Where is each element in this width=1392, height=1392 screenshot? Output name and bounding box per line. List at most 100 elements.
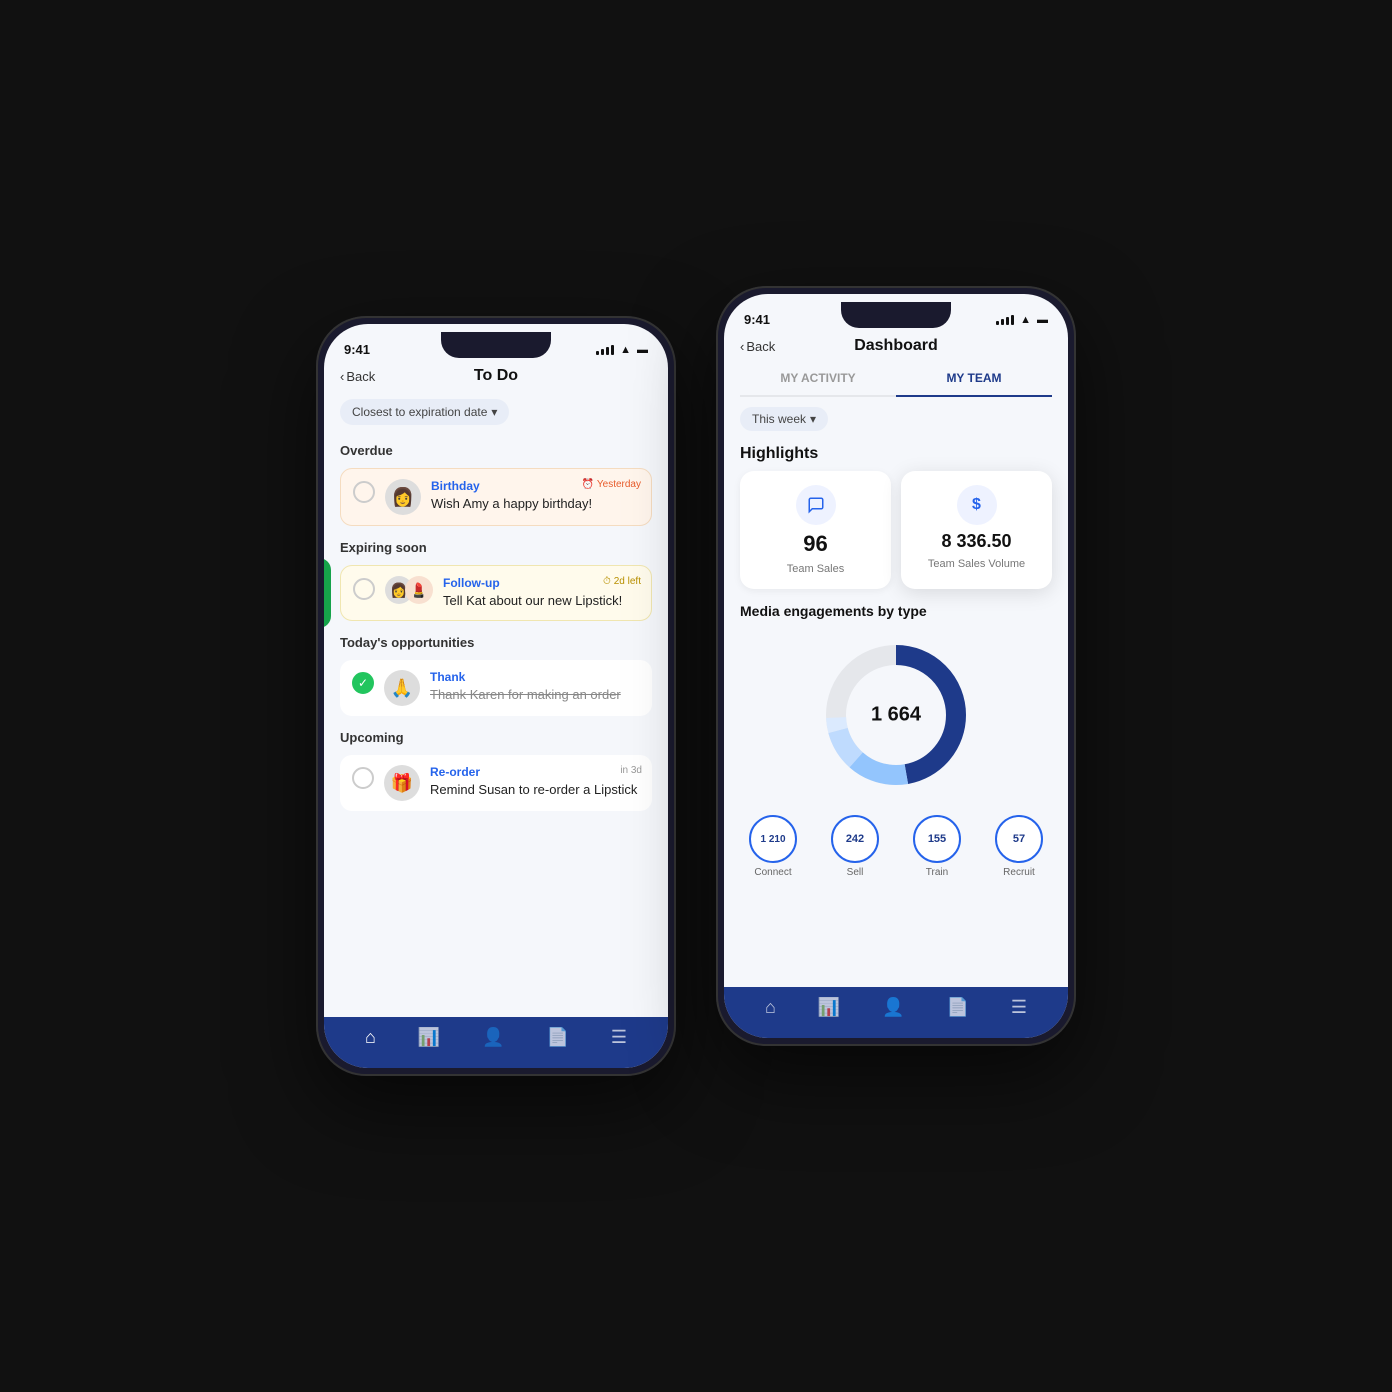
time-right: 9:41 [744, 312, 770, 327]
dollar-icon: $ [972, 496, 981, 514]
status-icons-right: ▲ ▬ [996, 314, 1048, 326]
chevron-down-icon: ▾ [491, 405, 497, 419]
tab-menu-left[interactable]: ☰ [611, 1027, 627, 1048]
highlights-grid: 96 Team Sales $ 8 336.50 Team Sales Volu… [724, 471, 1068, 589]
donut-total-label: 1 664 [871, 704, 921, 727]
task-type-thank: Thank [430, 670, 640, 684]
week-filter[interactable]: This week ▾ [740, 407, 828, 431]
task-avatar-product: 💄 [405, 576, 433, 604]
task-radio-birthday[interactable] [353, 481, 375, 503]
nav-header-right: ‹ Back Dashboard [724, 331, 1068, 361]
donut-chart: 1 664 [816, 635, 976, 795]
tab-bar-left: ⌂ 📊 👤 📄 ☰ [324, 1017, 668, 1068]
nav-header-left: ‹ Back To Do [324, 361, 668, 391]
tab-doc-right[interactable]: 📄 [947, 997, 969, 1018]
tab-person-right[interactable]: 👤 [882, 997, 904, 1018]
task-badge-2d: ⏱ 2d left [603, 576, 641, 587]
signal-icon-right [996, 315, 1014, 325]
chevron-down-icon-right: ▾ [810, 412, 816, 426]
phone-content-left[interactable]: Closest to expiration date ▾ Overdue 👩 B… [324, 391, 668, 1017]
task-avatar-amy: 👩 [385, 479, 421, 515]
wifi-icon-right: ▲ [1020, 314, 1031, 326]
tab-my-team[interactable]: MY TEAM [896, 361, 1052, 395]
stat-circle-train: 155 [913, 815, 961, 863]
tab-person-left[interactable]: 👤 [482, 1027, 504, 1048]
task-badge-yesterday: ⏰ Yesterday [581, 479, 641, 490]
task-radio-followup[interactable] [353, 578, 375, 600]
tab-home-left[interactable]: ⌂ [365, 1027, 376, 1048]
filter-chip[interactable]: Closest to expiration date ▾ [340, 399, 509, 425]
right-phone: 9:41 ▲ ▬ ‹ Back Dash [716, 286, 1076, 1046]
complete-overlay[interactable]: ✓ Complete [324, 558, 331, 628]
page-title-left: To Do [474, 367, 518, 385]
task-card-birthday[interactable]: 👩 Birthday Wish Amy a happy birthday! ⏰ … [340, 468, 652, 526]
tab-chart-right[interactable]: 📊 [818, 997, 840, 1018]
task-card-reorder[interactable]: 🎁 Re-order Remind Susan to re-order a Li… [340, 755, 652, 811]
phone-notch [441, 332, 551, 358]
stat-label-sell: Sell [847, 867, 864, 878]
stat-label-recruit: Recruit [1003, 867, 1035, 878]
section-expiring-label: Expiring soon [324, 530, 668, 561]
task-type-reorder: Re-order [430, 765, 640, 779]
chevron-left-icon: ‹ [340, 369, 344, 384]
task-card-followup[interactable]: ✓ Complete 👩 💄 Follow-up Tell Kat about … [340, 565, 652, 621]
battery-icon-right: ▬ [1037, 314, 1048, 326]
highlight-card-volume: $ 8 336.50 Team Sales Volume [901, 471, 1052, 589]
section-overdue-label: Overdue [324, 433, 668, 464]
media-title: Media engagements by type [724, 589, 1068, 625]
team-volume-value: 8 336.50 [941, 531, 1011, 552]
tab-my-activity[interactable]: MY ACTIVITY [740, 361, 896, 395]
back-button-left[interactable]: ‹ Back [340, 369, 375, 384]
tab-home-right[interactable]: ⌂ [765, 997, 776, 1018]
task-avatar-karen: 🙏 [384, 670, 420, 706]
task-desc-thank: Thank Karen for making an order [430, 686, 640, 704]
highlights-title: Highlights [724, 435, 1068, 471]
clock-icon: ⏰ [581, 479, 593, 490]
task-badge-3d: in 3d [620, 765, 642, 776]
tab-strip: MY ACTIVITY MY TEAM [740, 361, 1052, 397]
volume-icon-circle: $ [957, 485, 997, 525]
task-radio-thank[interactable]: ✓ [352, 672, 374, 694]
sales-icon-circle [796, 485, 836, 525]
chevron-left-icon-right: ‹ [740, 339, 744, 354]
tab-menu-right[interactable]: ☰ [1011, 997, 1027, 1018]
stat-circle-recruit: 57 [995, 815, 1043, 863]
task-desc-reorder: Remind Susan to re-order a Lipstick [430, 781, 640, 799]
phone-content-right[interactable]: MY ACTIVITY MY TEAM This week ▾ Highligh… [724, 361, 1068, 987]
scene: 9:41 ▲ ▬ ‹ Back To D [146, 246, 1246, 1146]
task-body-reorder: Re-order Remind Susan to re-order a Lips… [430, 765, 640, 799]
task-desc-followup: Tell Kat about our new Lipstick! [443, 592, 639, 610]
page-title-right: Dashboard [854, 337, 938, 355]
task-desc-birthday: Wish Amy a happy birthday! [431, 495, 639, 513]
filter-bar: Closest to expiration date ▾ [324, 391, 668, 433]
stats-row: 1 210 Connect 242 Sell 155 [724, 805, 1068, 888]
stat-circle-sell: 242 [831, 815, 879, 863]
stat-train: 155 Train [913, 815, 961, 878]
timer-icon: ⏱ [603, 576, 611, 587]
task-card-thank[interactable]: ✓ 🙏 Thank Thank Karen for making an orde… [340, 660, 652, 716]
tab-doc-left[interactable]: 📄 [547, 1027, 569, 1048]
tab-chart-left[interactable]: 📊 [418, 1027, 440, 1048]
stat-label-train: Train [926, 867, 948, 878]
team-sales-label: Team Sales [787, 563, 844, 575]
section-upcoming-label: Upcoming [324, 720, 668, 751]
phone-notch-right [841, 302, 951, 328]
left-phone: 9:41 ▲ ▬ ‹ Back To D [316, 316, 676, 1076]
stat-connect: 1 210 Connect [749, 815, 797, 878]
status-icons-left: ▲ ▬ [596, 344, 648, 356]
stat-circle-connect: 1 210 [749, 815, 797, 863]
stat-recruit: 57 Recruit [995, 815, 1043, 878]
team-volume-label: Team Sales Volume [928, 558, 1025, 570]
wifi-icon: ▲ [620, 344, 631, 356]
task-radio-reorder[interactable] [352, 767, 374, 789]
stat-sell: 242 Sell [831, 815, 879, 878]
donut-container: 1 664 [724, 625, 1068, 805]
team-sales-value: 96 [803, 531, 827, 557]
task-body-thank: Thank Thank Karen for making an order [430, 670, 640, 704]
back-button-right[interactable]: ‹ Back [740, 339, 775, 354]
tab-bar-right: ⌂ 📊 👤 📄 ☰ [724, 987, 1068, 1038]
section-today-label: Today's opportunities [324, 625, 668, 656]
time-left: 9:41 [344, 342, 370, 357]
battery-icon: ▬ [637, 344, 648, 356]
highlight-card-sales: 96 Team Sales [740, 471, 891, 589]
